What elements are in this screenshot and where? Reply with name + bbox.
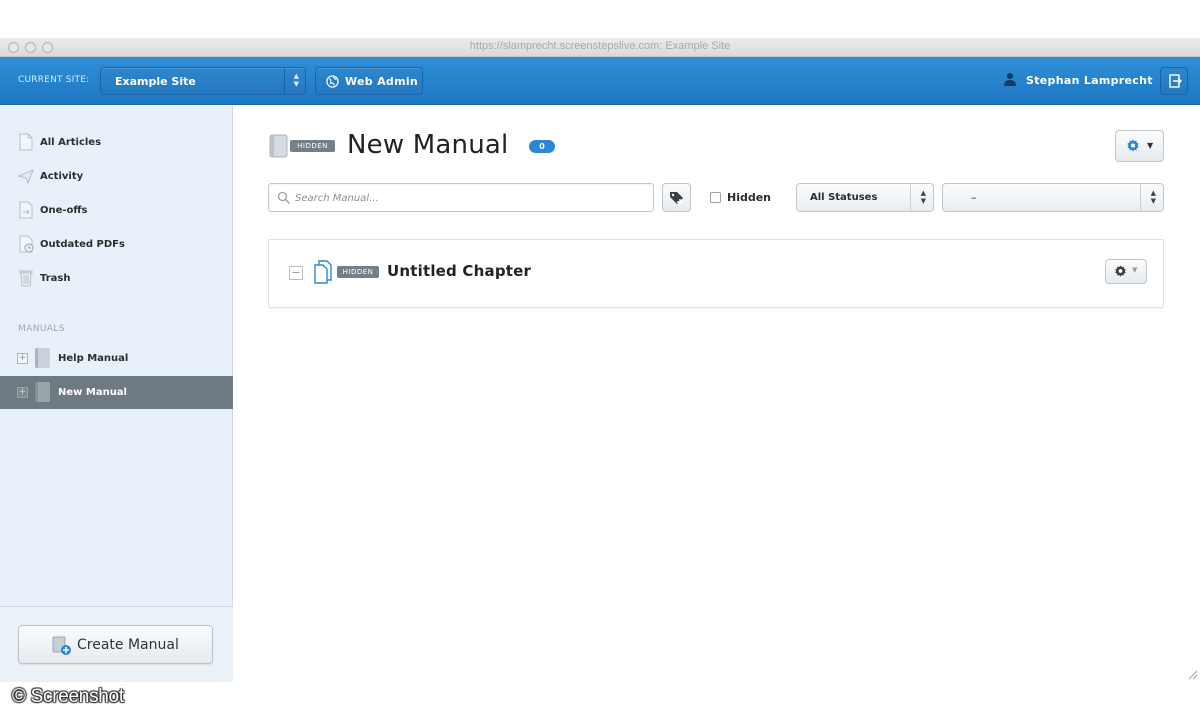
manual-book-icon	[269, 134, 288, 158]
window-url: https://slamprecht.screenstepslive.com: …	[469, 40, 731, 52]
status-select[interactable]: All Statuses ▲ ▼	[796, 183, 934, 212]
logout-button[interactable]	[1160, 67, 1188, 95]
create-manual-button[interactable]: Create Manual	[18, 625, 213, 664]
sidebar-item-outdated-pdfs[interactable]: Outdated PDFs	[0, 231, 233, 259]
book-icon	[35, 382, 50, 402]
main-content: HIDDEN New Manual 0 ▼ Hidden	[234, 106, 1200, 682]
sidebar-manual-new-manual[interactable]: + New Manual	[0, 376, 233, 409]
manual-settings-button[interactable]: ▼	[1115, 130, 1164, 162]
chevron-down-icon: ▼	[1147, 141, 1154, 150]
page-title: New Manual	[347, 130, 509, 160]
hidden-filter-checkbox[interactable]	[710, 192, 721, 203]
gear-icon	[1115, 265, 1126, 277]
site-select-value: Example Site	[115, 75, 196, 88]
sidebar-item-one-offs[interactable]: One-offs	[0, 197, 233, 225]
sidebar-manual-help-manual[interactable]: + Help Manual	[0, 342, 233, 375]
window-titlebar: https://slamprecht.screenstepslive.com: …	[0, 38, 1200, 57]
select-arrows-icon: ▲ ▼	[920, 189, 926, 205]
chevron-down-icon: ▼	[1132, 266, 1138, 274]
logout-icon	[1169, 74, 1182, 88]
document-icon	[19, 133, 33, 151]
web-admin-label: Web Admin	[345, 75, 419, 88]
add-manual-icon	[52, 636, 71, 655]
one-off-icon	[19, 201, 33, 219]
status-select-value: All Statuses	[810, 192, 878, 203]
user-name[interactable]: Stephan Lamprecht	[1026, 74, 1153, 87]
top-bar: CURRENT SITE: Example Site ▲ ▼ Web Admin …	[0, 57, 1200, 105]
search-input[interactable]	[295, 188, 645, 208]
hidden-badge: HIDDEN	[337, 266, 379, 278]
filter-select-value: –	[971, 191, 977, 204]
expand-icon[interactable]: +	[17, 387, 28, 398]
select-arrows-icon: ▲ ▼	[293, 72, 299, 88]
chapter-row[interactable]: − HIDDEN Untitled Chapter ▼	[268, 239, 1164, 308]
manuals-section-label: MANUALS	[18, 324, 65, 334]
site-select[interactable]: Example Site ▲ ▼	[100, 67, 306, 95]
resize-grip-icon[interactable]	[1186, 668, 1198, 680]
search-icon	[277, 191, 291, 205]
sidebar: All Articles Activity One-offs Outdated …	[0, 106, 233, 682]
gear-icon	[1127, 139, 1139, 152]
hidden-filter-label: Hidden	[727, 191, 772, 204]
watermark: © Screenshot	[12, 686, 124, 707]
sidebar-footer: Create Manual	[0, 606, 233, 682]
chapter-settings-button[interactable]: ▼	[1105, 259, 1147, 284]
sidebar-item-activity[interactable]: Activity	[0, 163, 233, 191]
user-icon	[1004, 73, 1016, 86]
globe-icon	[326, 75, 339, 88]
chapter-icon	[314, 260, 332, 284]
select-arrows-icon: ▲ ▼	[1150, 189, 1156, 205]
app-window: https://slamprecht.screenstepslive.com: …	[0, 0, 1200, 720]
manual-hidden-indicator: HIDDEN	[269, 134, 335, 158]
collapse-icon[interactable]: −	[289, 266, 303, 280]
paper-plane-icon	[18, 169, 34, 185]
expand-icon[interactable]: +	[17, 353, 28, 364]
trash-icon	[19, 270, 33, 287]
web-admin-button[interactable]: Web Admin	[315, 67, 423, 95]
search-manual-field[interactable]	[268, 183, 654, 212]
book-icon	[35, 348, 50, 368]
filter-select[interactable]: – ▲ ▼	[942, 183, 1164, 212]
tag-add-icon	[670, 192, 683, 205]
chapter-title[interactable]: Untitled Chapter	[387, 262, 531, 280]
sidebar-item-trash[interactable]: Trash	[0, 265, 233, 293]
clock-document-icon	[19, 235, 34, 253]
hidden-badge: HIDDEN	[290, 140, 335, 152]
add-tag-button[interactable]	[662, 183, 691, 212]
current-site-label: CURRENT SITE:	[18, 75, 90, 85]
count-badge: 0	[529, 140, 555, 153]
sidebar-item-all-articles[interactable]: All Articles	[0, 129, 233, 157]
